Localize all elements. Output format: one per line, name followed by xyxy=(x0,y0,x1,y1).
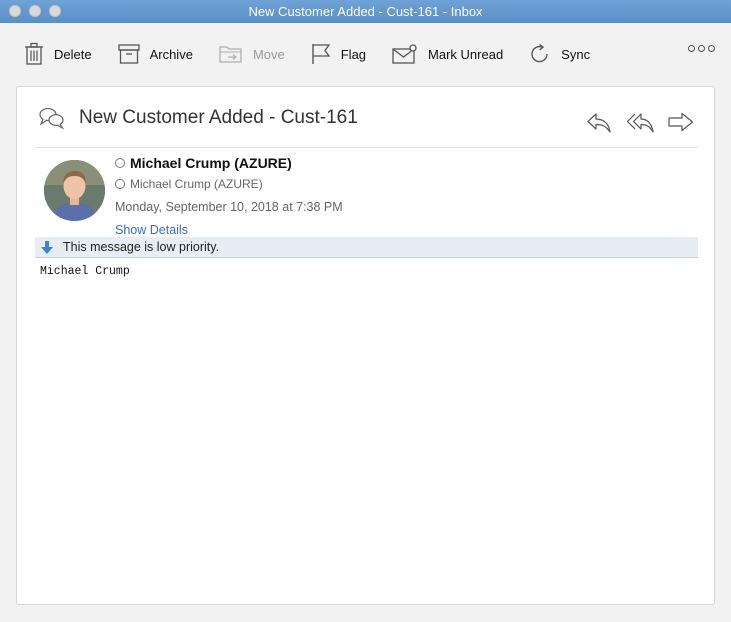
sender-block: Michael Crump (AZURE) Michael Crump (AZU… xyxy=(115,155,343,237)
priority-notice: This message is low priority. xyxy=(63,240,220,254)
archive-label: Archive xyxy=(149,46,193,62)
flag-icon xyxy=(312,44,331,64)
archive-icon xyxy=(117,44,140,64)
sync-label: Sync xyxy=(561,46,591,62)
reply-all-icon[interactable] xyxy=(626,112,654,134)
flag-button[interactable]: Flag xyxy=(303,37,374,71)
envelope-unread-icon xyxy=(392,44,417,64)
message-subject: New Customer Added - Cust-161 xyxy=(79,107,358,128)
message-pane: New Customer Added - Cust-161 Michael Cr… xyxy=(16,86,715,605)
zoom-window-button[interactable] xyxy=(49,5,61,17)
low-priority-arrow-icon xyxy=(41,240,53,254)
message-actions xyxy=(586,112,694,134)
flag-label: Flag xyxy=(340,46,367,62)
toolbar: Delete Archive Move Flag Mark Unread Syn… xyxy=(0,23,731,85)
low-priority-banner: This message is low priority. xyxy=(35,237,698,258)
person-photo-icon xyxy=(44,160,105,221)
more-dot-icon xyxy=(688,45,695,52)
header-divider xyxy=(35,147,698,148)
presence-status-icon xyxy=(115,158,125,168)
mark-unread-label: Mark Unread xyxy=(428,46,504,62)
conversation-icon xyxy=(39,107,65,130)
delete-label: Delete xyxy=(54,46,92,62)
archive-button[interactable]: Archive xyxy=(110,37,201,71)
minimize-window-button[interactable] xyxy=(29,5,41,17)
show-details-link[interactable]: Show Details xyxy=(115,223,343,237)
move-button[interactable]: Move xyxy=(211,37,293,71)
message-date: Monday, September 10, 2018 at 7:38 PM xyxy=(115,200,343,214)
more-options-button[interactable] xyxy=(688,45,715,52)
presence-status-icon xyxy=(115,179,125,189)
close-window-button[interactable] xyxy=(9,5,21,17)
title-bar: New Customer Added - Cust-161 - Inbox xyxy=(0,0,731,23)
avatar xyxy=(44,160,105,221)
recipient-name[interactable]: Michael Crump (AZURE) xyxy=(130,177,263,191)
sender-name[interactable]: Michael Crump (AZURE) xyxy=(130,155,292,171)
move-label: Move xyxy=(252,46,285,62)
sync-icon xyxy=(531,43,548,63)
more-dot-icon xyxy=(708,45,715,52)
folder-move-icon xyxy=(219,46,242,63)
mark-unread-button[interactable]: Mark Unread xyxy=(384,37,511,71)
window-title: New Customer Added - Cust-161 - Inbox xyxy=(248,4,483,19)
trash-icon xyxy=(25,42,43,65)
message-body: Michael Crump xyxy=(40,265,130,278)
forward-icon[interactable] xyxy=(668,112,694,134)
sync-button[interactable]: Sync xyxy=(521,37,598,71)
more-dot-icon xyxy=(698,45,705,52)
delete-button[interactable]: Delete xyxy=(16,37,100,71)
reply-icon[interactable] xyxy=(586,112,612,134)
window-controls xyxy=(9,5,61,17)
